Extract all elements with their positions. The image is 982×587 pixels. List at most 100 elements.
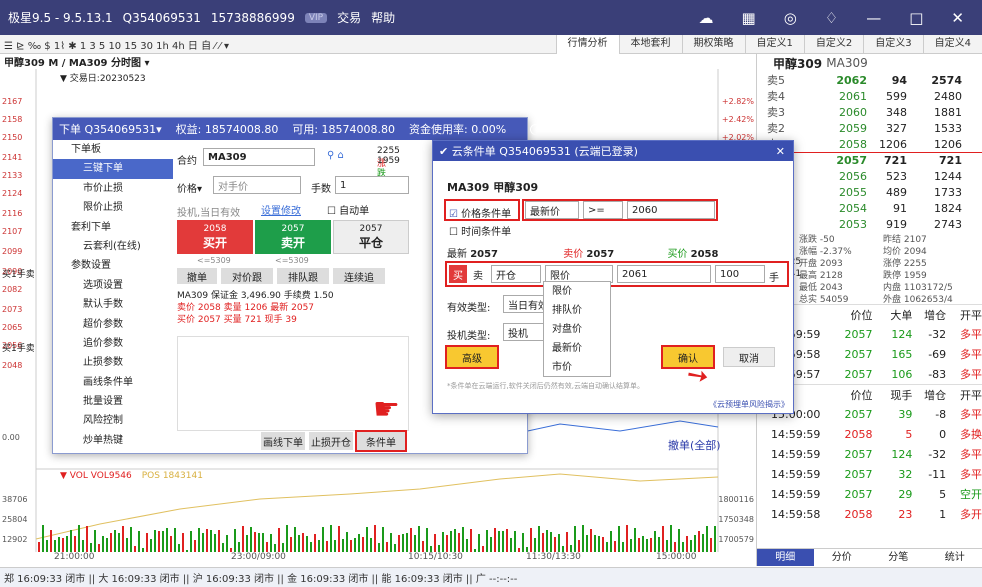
menu-item[interactable]: 参数设置 xyxy=(53,256,173,275)
open-close-select[interactable]: 开仓 xyxy=(491,265,541,283)
line-order-button[interactable]: 画线下单 xyxy=(261,432,305,450)
book-cell: 327 xyxy=(886,121,907,135)
contract-input[interactable]: MA309 xyxy=(203,148,315,166)
order-price-input[interactable]: 2061 xyxy=(617,265,711,283)
dropdown-option[interactable]: 排队价 xyxy=(544,301,610,320)
volume-bar xyxy=(698,531,700,552)
menu-item[interactable]: 云套利(在线) xyxy=(53,237,173,256)
tab-custom3[interactable]: 自定义3 xyxy=(863,35,922,54)
cloud-icon[interactable]: ☁ xyxy=(699,9,714,27)
volume-bar xyxy=(374,525,376,552)
minimize-icon[interactable]: — xyxy=(866,9,881,27)
menu-item[interactable]: 下单板 xyxy=(53,140,173,159)
volume-bar xyxy=(282,543,284,552)
risk-link[interactable]: 《云预埋单风险揭示》 xyxy=(709,399,789,410)
volume-bar xyxy=(286,525,288,552)
menu-item[interactable]: 画线条件单 xyxy=(53,373,173,392)
search-icon[interactable]: ⚲ ⌂ xyxy=(327,150,344,161)
close-position-button[interactable]: 2057 平仓 xyxy=(333,220,409,254)
undo-all-button[interactable]: 撤单(全部) xyxy=(668,437,721,453)
tab-custom2[interactable]: 自定义2 xyxy=(803,35,863,54)
qty-input[interactable]: 1 xyxy=(335,176,409,194)
chart-tools[interactable]: ☰ ⊵ ‰ $ 1⌇ ✱ 1 3 5 10 15 30 1h 4h 日 自 ⁄ … xyxy=(0,37,229,52)
menu-item[interactable]: 止损参数 xyxy=(53,353,173,372)
cloud-icon: ✔ xyxy=(439,144,452,158)
cond-close-icon[interactable]: ✕ xyxy=(776,145,785,158)
follow-queue-button[interactable]: 排队跟 xyxy=(277,268,329,284)
volume-bar xyxy=(58,537,60,552)
menu-item[interactable]: 市价止损 xyxy=(53,179,173,198)
menu-item[interactable]: 批量设置 xyxy=(53,392,173,411)
price-input[interactable]: 对手价 xyxy=(213,176,301,194)
side-buy-button[interactable]: 买 xyxy=(449,265,467,283)
side-sell-button[interactable]: 卖 xyxy=(469,265,487,283)
price-type-label[interactable]: 价格▾ xyxy=(177,180,202,195)
volume-bar xyxy=(522,533,524,552)
tab-option[interactable]: 期权策略 xyxy=(681,35,745,54)
tab-market[interactable]: 行情分析 xyxy=(555,35,619,54)
order-qty-input[interactable]: 100 xyxy=(715,265,765,283)
tab-custom4[interactable]: 自定义4 xyxy=(922,35,982,54)
menu-item[interactable]: 选项设置 xyxy=(53,276,173,295)
close-icon[interactable]: ✕ xyxy=(951,9,964,27)
tick-cell: -32 xyxy=(928,327,947,341)
tab-stats[interactable]: 统计 xyxy=(927,549,982,566)
volume-bar xyxy=(566,532,568,552)
cond-op-select[interactable]: >= xyxy=(583,201,623,219)
dropdown-option[interactable]: 限价 xyxy=(544,282,610,301)
dropdown-option[interactable]: 最新价 xyxy=(544,339,610,358)
chart-header[interactable]: 甲醇309 M / MA309 分时图 ▾ xyxy=(0,54,756,69)
tick-cell: -32 xyxy=(928,447,947,461)
tick-cell: 2058 xyxy=(844,427,873,441)
advanced-button[interactable]: 高级 xyxy=(445,345,499,369)
settings-icon[interactable]: ◎ xyxy=(784,9,797,27)
cond-field-select[interactable]: 最新价 xyxy=(525,201,579,219)
tab-custom1[interactable]: 自定义1 xyxy=(744,35,804,54)
book-cell: 卖5 xyxy=(767,74,785,87)
maximize-icon[interactable]: □ xyxy=(909,9,923,27)
cancel-order-button[interactable]: 撤单 xyxy=(177,268,217,284)
menu-item[interactable]: 三键下单 xyxy=(53,159,173,179)
price-cond-checkbox[interactable]: ☑ 价格条件单 xyxy=(449,205,511,220)
cond-value-input[interactable]: 2060 xyxy=(627,201,715,219)
menu-item[interactable]: 默认手数 xyxy=(53,295,173,314)
menu-trade[interactable]: 交易 xyxy=(337,9,361,26)
dropdown-option[interactable]: 对盘价 xyxy=(544,320,610,339)
vol-y-label-right: 1800116 xyxy=(718,495,754,504)
layout-icon[interactable]: ▦ xyxy=(742,9,756,27)
tab-trades[interactable]: 分笔 xyxy=(870,549,927,566)
stop-open-button[interactable]: 止损开仓 xyxy=(309,432,353,450)
book-row[interactable]: 卖2 2059 327 1533 xyxy=(757,120,982,136)
qty-label: 手数 xyxy=(311,184,331,195)
menu-item[interactable]: 限价止损 xyxy=(53,198,173,217)
menu-item[interactable]: 套利下单 xyxy=(53,218,173,237)
book-cell: 1533 xyxy=(934,121,962,135)
buy-open-button[interactable]: 2058 买开 xyxy=(177,220,253,254)
book-row[interactable]: 卖5 2062 94 2574 xyxy=(757,72,982,88)
menu-help[interactable]: 帮助 xyxy=(371,9,395,26)
tick-cell: 多开 xyxy=(960,508,982,521)
tab-detail[interactable]: 明细 xyxy=(757,549,814,566)
time-cond-checkbox[interactable]: ☐ 时间条件单 xyxy=(449,223,511,238)
menu-item[interactable]: 风险控制 xyxy=(53,411,173,430)
tick-cell: -8 xyxy=(935,407,947,421)
skin-icon[interactable]: ♢ xyxy=(825,9,838,27)
follow-opp-button[interactable]: 对价跟 xyxy=(221,268,273,284)
order-account[interactable]: 下单 Q354069531▾ xyxy=(59,121,162,137)
book-row[interactable]: 卖3 2060 348 1881 xyxy=(757,104,982,120)
conditional-order-button[interactable]: 条件单 xyxy=(355,430,407,452)
menu-item[interactable]: 追价参数 xyxy=(53,334,173,353)
y-label: 2065 xyxy=(2,323,23,332)
sell-open-button[interactable]: 2057 卖开 xyxy=(255,220,331,254)
auto-order-checkbox[interactable]: ☐ 自动单 xyxy=(327,202,369,217)
tab-price[interactable]: 分价 xyxy=(814,549,871,566)
chase-button[interactable]: 连续追 xyxy=(333,268,385,284)
dropdown-option[interactable]: 市价 xyxy=(544,358,610,377)
settings-link[interactable]: 设置修改 xyxy=(261,202,301,217)
menu-item[interactable]: 超价参数 xyxy=(53,315,173,334)
menu-item[interactable]: 炒单热键 xyxy=(53,431,173,450)
tab-arb[interactable]: 本地套利 xyxy=(618,35,682,54)
cancel-button[interactable]: 取消 xyxy=(723,347,775,367)
book-row[interactable]: 卖4 2061 599 2480 xyxy=(757,88,982,104)
account-label[interactable]: Q354069531 xyxy=(123,11,201,25)
